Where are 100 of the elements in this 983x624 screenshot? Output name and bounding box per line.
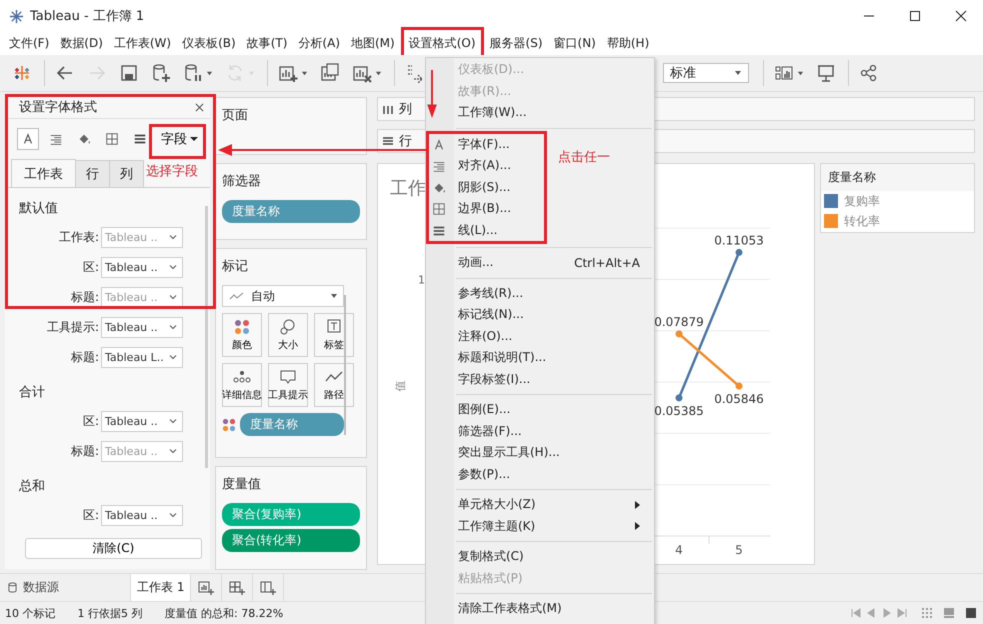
share-icon[interactable] — [859, 63, 879, 83]
menu-item[interactable]: 数据(D) — [55, 32, 108, 55]
menu-item[interactable]: 边界(B)... — [429, 198, 544, 220]
mark-property-button[interactable]: 工具提示 — [268, 363, 308, 407]
format-tab[interactable]: 行 — [75, 160, 110, 187]
data-label: 0.11053 — [714, 233, 764, 248]
menu-item[interactable]: 阴影(S)... — [429, 176, 544, 198]
menu-item[interactable]: 筛选器(F)... — [426, 420, 654, 442]
menu-item[interactable]: 字体(F)... — [429, 134, 544, 155]
menu-item[interactable]: 标题和说明(T)... — [426, 347, 654, 368]
close-icon[interactable] — [955, 10, 967, 22]
swap-icon[interactable] — [405, 63, 425, 83]
menu-item[interactable]: 参考线(R)... — [426, 282, 654, 304]
menu-item[interactable]: 工作表(W) — [108, 32, 176, 55]
font-dropdown[interactable]: Tableau L.. — [101, 346, 183, 368]
font-dropdown[interactable]: Tableau .. — [101, 410, 183, 432]
menu-item[interactable]: 标记线(N)... — [426, 304, 654, 326]
app-logo-icon — [9, 8, 24, 24]
menu-item[interactable]: 工作簿(W)... — [426, 102, 654, 124]
legend-label: 复购率 — [844, 192, 880, 210]
mark-property-button[interactable]: 详细信息 — [222, 363, 262, 407]
menu-item[interactable]: 帮助(H) — [602, 32, 654, 55]
submenu-arrow-icon — [634, 522, 640, 530]
menu-item[interactable]: 地图(M) — [346, 32, 400, 55]
save-icon[interactable] — [119, 63, 139, 83]
tab-view-icon[interactable] — [965, 607, 977, 619]
add-data-icon[interactable] — [151, 63, 171, 83]
field-label: 标题: — [70, 442, 100, 460]
chevron-icon — [168, 352, 178, 362]
font-dropdown[interactable]: Tableau .. — [101, 504, 183, 526]
align-icon — [432, 159, 446, 173]
grid-icon — [105, 132, 119, 146]
mark-property-button[interactable]: 路径 — [314, 363, 354, 407]
annotation-text: 选择字段 — [146, 163, 198, 180]
font-dropdown[interactable]: Tableau .. — [101, 256, 183, 278]
font-dropdown[interactable]: Tableau .. — [101, 316, 183, 338]
new-worksheet-icon[interactable] — [198, 580, 214, 596]
menu-item[interactable]: 对齐(A)... — [429, 155, 544, 176]
menu-item[interactable]: 字段标签(I)... — [426, 368, 654, 390]
logo-icon[interactable] — [12, 63, 32, 83]
pane-title: 设置字体格式 — [19, 99, 97, 116]
field-label: 区: — [82, 258, 100, 276]
mark-property-button[interactable]: 标签 — [314, 313, 354, 357]
new-story-icon[interactable] — [260, 580, 276, 596]
menu-item[interactable]: 分析(A) — [293, 32, 345, 55]
mark-property-button[interactable]: 大小 — [268, 313, 308, 357]
caret-icon[interactable] — [206, 70, 213, 76]
menu-item[interactable]: 线(L)... — [429, 220, 544, 241]
measure-pill[interactable]: 聚合(转化率) — [222, 529, 360, 552]
close-icon[interactable] — [195, 102, 204, 112]
caret-icon[interactable] — [375, 70, 382, 76]
format-tab[interactable]: 列 — [109, 160, 144, 187]
menu-item[interactable]: 窗口(N) — [548, 32, 601, 55]
sheet-tab[interactable]: 工作表 1 — [130, 574, 192, 601]
menu-item[interactable]: 故事(T) — [242, 32, 292, 55]
field-label: 区: — [82, 412, 100, 430]
data-label: 0.05385 — [654, 404, 704, 418]
font-format-tab[interactable] — [17, 128, 39, 150]
color-encoding-icon — [222, 418, 236, 432]
menu-item[interactable]: 参数(P)... — [426, 464, 654, 485]
mark-type-dropdown[interactable]: 自动 — [222, 285, 344, 307]
color-dots-icon — [232, 318, 252, 334]
chevron-icon — [168, 446, 178, 456]
menu-item[interactable]: 仪表板(B) — [177, 32, 241, 55]
field-dropdown[interactable]: 字段 — [157, 126, 202, 152]
menu-item[interactable]: 动画... Ctrl+Alt+A — [426, 252, 654, 274]
maximize-icon[interactable] — [909, 10, 921, 22]
menu-item[interactable]: 文件(F) — [4, 32, 54, 55]
data-label: 0.05846 — [714, 392, 764, 406]
y-tick-label: 1 — [418, 273, 425, 286]
caret-icon[interactable] — [301, 70, 308, 76]
menu-item[interactable]: 清除工作表格式(M) — [426, 598, 654, 620]
database-icon — [8, 582, 17, 593]
caret-icon — [734, 69, 742, 77]
duplicate-sheet-icon[interactable] — [320, 63, 340, 83]
annotation-arrow — [427, 70, 437, 118]
line-mark-icon — [229, 291, 245, 301]
chevron-icon — [168, 510, 178, 520]
format-tab[interactable]: 工作表 — [11, 159, 76, 187]
data-source-tab[interactable]: 数据源 — [0, 574, 130, 601]
menu-item[interactable]: 工作簿主题(K) — [426, 516, 654, 537]
menu-item[interactable]: 单元格大小(Z) — [426, 494, 654, 516]
menu-item[interactable]: 突出显示工具(H)... — [426, 442, 654, 464]
new-dashboard-icon[interactable] — [229, 580, 246, 596]
menu-item[interactable]: 服务器(S) — [484, 32, 548, 55]
field-label: 工作表: — [58, 228, 100, 246]
menu-item[interactable]: 复制格式(C) — [426, 546, 654, 568]
menu-item[interactable]: 图例(E)... — [426, 399, 654, 420]
speech-bubble-icon — [278, 368, 298, 384]
presentation-icon[interactable] — [816, 63, 836, 83]
view-size-dropdown[interactable]: 标准 — [663, 63, 749, 83]
menu-item[interactable]: 注释(O)... — [426, 326, 654, 347]
clear-button[interactable]: 清除(C) — [25, 538, 202, 559]
caret-icon[interactable] — [797, 70, 804, 76]
mark-property-button[interactable]: 颜色 — [222, 313, 262, 357]
pause-data-icon[interactable] — [183, 63, 203, 83]
field-label: 标题: — [70, 348, 100, 366]
card-title: 页面 — [222, 107, 248, 124]
card-title: 标记 — [222, 258, 248, 275]
scrollbar[interactable] — [204, 206, 208, 468]
